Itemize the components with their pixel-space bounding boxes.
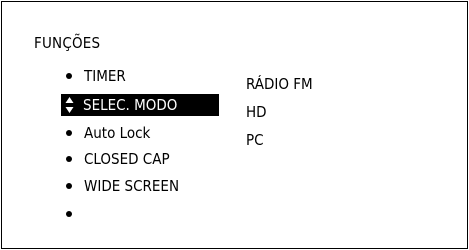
- menu-item-closed-cap[interactable]: CLOSED CAP: [60, 148, 170, 170]
- bullet-dot-icon: [66, 183, 72, 189]
- menu-item-label: CLOSED CAP: [84, 150, 170, 168]
- menu-item-label: TIMER: [84, 67, 126, 85]
- bullet-dot-icon: [66, 73, 72, 79]
- mode-option-radio-fm[interactable]: RÁDIO FM: [246, 70, 313, 98]
- menu-item-timer[interactable]: TIMER: [60, 65, 126, 87]
- menu-item-label: SELEC. MODO: [83, 96, 178, 114]
- menu-item-wide-screen[interactable]: WIDE SCREEN: [60, 175, 179, 197]
- menu-title: FUNÇÕES: [34, 34, 101, 52]
- menu-item-label: WIDE SCREEN: [84, 177, 180, 195]
- menu-item-empty[interactable]: [60, 203, 84, 225]
- up-down-arrows-icon: [65, 96, 74, 114]
- menu-item-label: Auto Lock: [84, 124, 151, 142]
- bullet-dot-icon: [66, 156, 72, 162]
- mode-option-pc[interactable]: PC: [246, 126, 313, 154]
- mode-options-list: RÁDIO FM HD PC: [246, 70, 313, 154]
- menu-item-auto-lock[interactable]: Auto Lock: [60, 122, 150, 144]
- bullet-dot-icon: [66, 211, 72, 217]
- bullet-dot-icon: [66, 130, 72, 136]
- mode-option-hd[interactable]: HD: [246, 98, 313, 126]
- menu-item-selec-modo[interactable]: SELEC. MODO: [61, 94, 219, 116]
